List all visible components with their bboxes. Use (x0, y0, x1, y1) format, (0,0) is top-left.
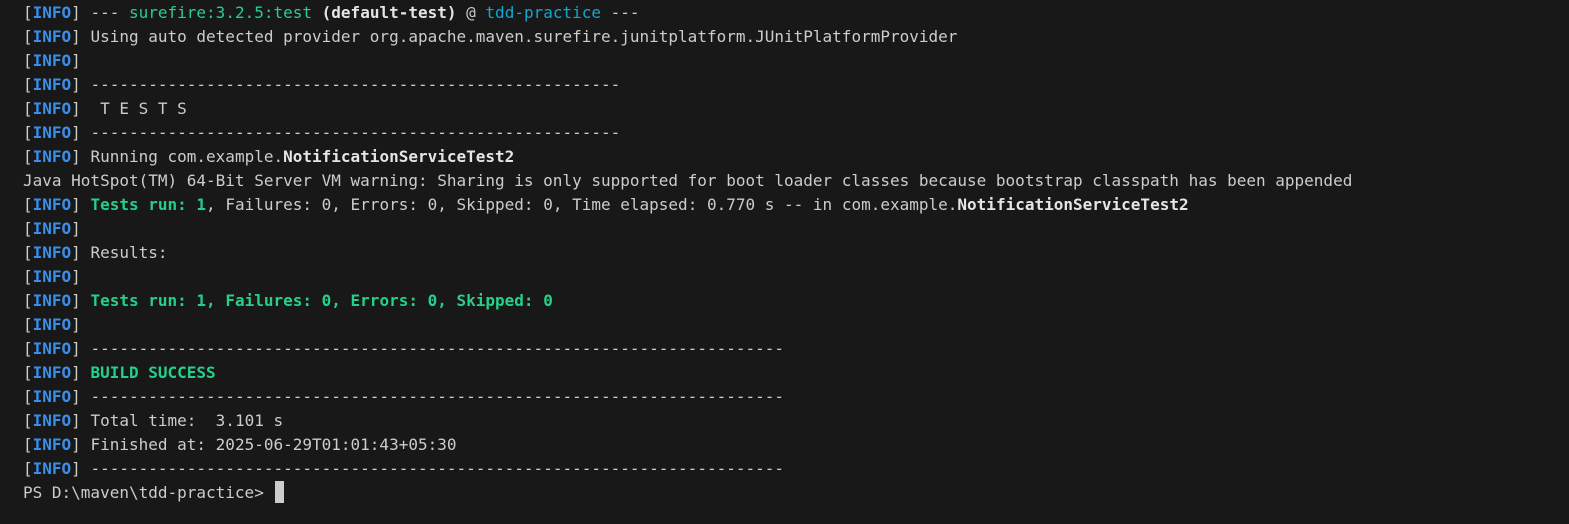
separator: ----------------------------------------… (80, 387, 785, 406)
log-line: [INFO] ---------------------------------… (23, 459, 785, 478)
finished-at: Finished at: 2025-06-29T01:01:43+05:30 (80, 435, 457, 454)
total-time: Total time: 3.101 s (80, 411, 284, 430)
info-tag: INFO (32, 195, 72, 214)
info-tag: INFO (32, 147, 72, 166)
info-tag: INFO (32, 123, 72, 142)
log-line: [INFO] (23, 315, 81, 334)
info-tag: INFO (32, 3, 72, 22)
results-heading: Results: (80, 243, 168, 262)
info-tag: INFO (32, 291, 72, 310)
test-class-name: NotificationServiceTest2 (283, 147, 515, 166)
log-line: [INFO] Finished at: 2025-06-29T01:01:43+… (23, 435, 457, 454)
info-tag: INFO (32, 243, 72, 262)
separator: ----------------------------------------… (80, 339, 785, 358)
info-tag: INFO (32, 75, 72, 94)
log-line: [INFO] (23, 267, 81, 286)
info-tag: INFO (32, 315, 72, 334)
log-line: [INFO] (23, 51, 81, 70)
log-line: [INFO] T E S T S (23, 99, 187, 118)
log-line: [INFO] ---------------------------------… (23, 387, 785, 406)
test-summary: Tests run: 1, Failures: 0, Errors: 0, Sk… (90, 291, 553, 310)
log-line: [INFO] Tests run: 1, Failures: 0, Errors… (23, 195, 1189, 214)
info-tag: INFO (32, 267, 72, 286)
text-cursor[interactable] (275, 481, 285, 503)
project-name: tdd-practice (485, 3, 602, 22)
execution-id: (default-test) (321, 3, 457, 22)
info-tag: INFO (32, 339, 72, 358)
log-line: [INFO] --- surefire:3.2.5:test (default-… (23, 3, 640, 22)
log-line: [INFO] ---------------------------------… (23, 75, 621, 94)
tests-run-count: Tests run: 1 (90, 195, 207, 214)
info-tag: INFO (32, 27, 72, 46)
info-tag: INFO (32, 99, 72, 118)
prompt-line[interactable]: PS D:\maven\tdd-practice> (23, 481, 1569, 505)
info-tag: INFO (32, 51, 72, 70)
test-class-name: NotificationServiceTest2 (957, 195, 1189, 214)
log-line: [INFO] Running com.example.NotificationS… (23, 147, 515, 166)
build-status: BUILD SUCCESS (90, 363, 216, 382)
info-tag: INFO (32, 387, 72, 406)
log-line: [INFO] Total time: 3.101 s (23, 411, 284, 430)
separator: ----------------------------------------… (80, 75, 621, 94)
info-tag: INFO (32, 219, 72, 238)
log-line: [INFO] ---------------------------------… (23, 123, 621, 142)
separator: ----------------------------------------… (80, 459, 785, 478)
separator: ----------------------------------------… (80, 123, 621, 142)
log-line: [INFO] Tests run: 1, Failures: 0, Errors… (23, 291, 553, 310)
info-tag: INFO (32, 363, 72, 382)
log-line: [INFO] Using auto detected provider org.… (23, 27, 958, 46)
log-line: [INFO] ---------------------------------… (23, 339, 785, 358)
log-line: [INFO] Results: (23, 243, 168, 262)
log-line: [INFO] BUILD SUCCESS (23, 363, 216, 382)
info-tag: INFO (32, 411, 72, 430)
log-line: [INFO] (23, 219, 81, 238)
info-tag: INFO (32, 459, 72, 478)
jvm-warning-line: Java HotSpot(TM) 64-Bit Server VM warnin… (23, 171, 1353, 190)
tests-heading: T E S T S (80, 99, 187, 118)
info-tag: INFO (32, 435, 72, 454)
terminal-output[interactable]: [INFO] --- surefire:3.2.5:test (default-… (0, 0, 1569, 524)
plugin-goal: surefire:3.2.5:test (128, 3, 313, 22)
shell-prompt: PS D:\maven\tdd-practice> (23, 483, 274, 502)
